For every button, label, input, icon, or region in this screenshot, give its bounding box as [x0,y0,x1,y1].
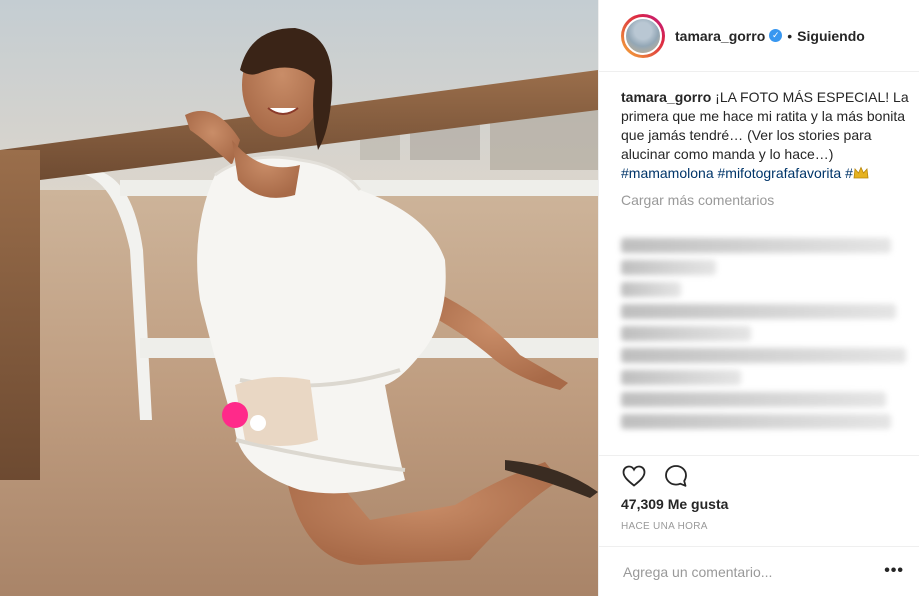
load-more-comments-link[interactable]: Cargar más comentarios [621,191,911,210]
more-options-icon[interactable]: ••• [884,562,904,580]
list-item [621,414,891,429]
crown-emoji-icon [853,166,869,179]
post-sidebar: tamara_gorro ✓ • Siguiendo tamara_gorro … [598,0,919,596]
verified-badge-icon: ✓ [769,29,783,42]
like-count[interactable]: 47,309 Me gusta [621,496,728,512]
list-item [621,348,906,363]
separator-dot: • [787,27,793,44]
post-photo[interactable] [0,0,598,596]
caption-username[interactable]: tamara_gorro [621,89,711,105]
list-item [621,260,716,275]
avatar-image [624,16,662,55]
instagram-post: tamara_gorro ✓ • Siguiendo tamara_gorro … [0,0,919,596]
heart-icon [622,465,646,487]
post-caption: tamara_gorro ¡LA FOTO MÁS ESPECIAL! La p… [621,88,911,210]
caption-hashtags[interactable]: #mamamolona #mifotografafavorita # [621,165,853,181]
like-button[interactable] [621,463,647,489]
avatar[interactable] [621,13,665,58]
list-item [621,326,751,341]
add-comment-bar: ••• [599,546,919,596]
beach-photo-illustration [0,0,598,596]
list-item [621,282,681,297]
post-header: tamara_gorro ✓ • Siguiendo [599,0,919,72]
list-item [621,392,886,407]
following-button[interactable]: Siguiendo [797,28,865,44]
list-item [621,370,741,385]
post-timestamp[interactable]: HACE UNA HORA [621,521,708,532]
list-item [621,304,896,319]
comments-list [621,232,911,436]
list-item [621,238,891,253]
header-username[interactable]: tamara_gorro [675,28,765,44]
action-bar [599,455,919,496]
comment-input[interactable] [621,562,875,581]
comment-button[interactable] [663,463,689,489]
comment-bubble-icon [665,465,687,487]
